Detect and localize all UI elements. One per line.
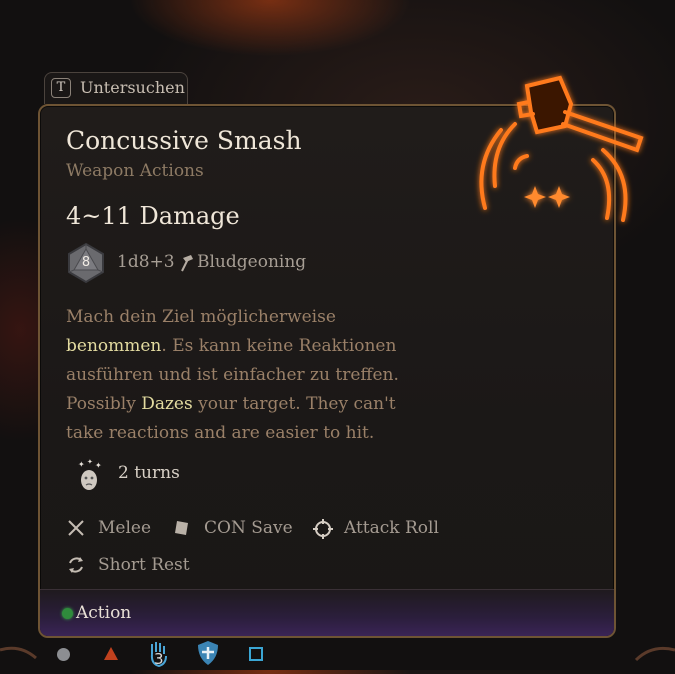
keyword-dazes[interactable]: Dazes <box>141 394 193 414</box>
action-title: Concussive Smash <box>66 126 302 155</box>
svg-text:✦: ✦ <box>78 460 85 469</box>
hand-icon[interactable]: 3 <box>148 640 170 668</box>
tag-attack-roll: Attack Roll <box>312 516 452 540</box>
svg-text:✦: ✦ <box>95 461 102 470</box>
tag-short-rest-label: Short Rest <box>98 555 190 575</box>
bonus-action-triangle-icon[interactable] <box>104 647 118 660</box>
concussive-smash-icon <box>455 68 655 258</box>
resource-circle-icon[interactable] <box>57 648 70 661</box>
desc-de-part1: Mach dein Ziel möglicherweise <box>66 307 336 327</box>
action-description: Mach dein Ziel möglicherweise benommen. … <box>66 303 426 448</box>
hammer-icon <box>177 253 195 273</box>
damage-range: 4~11 Damage <box>66 202 240 230</box>
dazed-icon: ✦ ✦ ✦ <box>72 458 106 492</box>
square-resource-icon[interactable] <box>249 647 263 661</box>
action-resource-icon <box>62 608 73 619</box>
tag-save: CON Save <box>172 516 302 540</box>
keyword-benommen[interactable]: benommen <box>66 336 161 356</box>
save-shield-icon <box>172 518 192 538</box>
inspect-label: Untersuchen <box>80 78 185 97</box>
die-value: 8 <box>81 255 91 270</box>
damage-type: Bludgeoning <box>197 252 307 272</box>
hotbar: 3 <box>0 638 675 670</box>
tag-melee: Melee <box>66 516 166 540</box>
dice-d8-icon: 8 <box>66 242 106 284</box>
inspect-hint[interactable]: T Untersuchen <box>44 72 188 104</box>
action-cost-bar: Action <box>40 589 614 636</box>
tag-save-label: CON Save <box>204 518 293 538</box>
crosshair-icon <box>312 518 333 539</box>
inspect-key: T <box>51 78 71 98</box>
svg-text:✦: ✦ <box>87 458 93 466</box>
tag-attack-label: Attack Roll <box>344 518 439 538</box>
desc-en-part1: Possibly <box>66 394 142 414</box>
short-rest-icon <box>66 555 86 575</box>
effect-duration: 2 turns <box>118 463 180 483</box>
hand-count: 3 <box>154 650 164 668</box>
crossed-swords-icon <box>66 518 86 538</box>
tag-short-rest: Short Rest <box>66 553 206 577</box>
damage-formula: 1d8+3 <box>117 252 175 272</box>
action-cost-label: Action <box>76 603 132 623</box>
shield-plus-icon[interactable] <box>197 640 219 666</box>
action-category: Weapon Actions <box>66 161 204 181</box>
tag-melee-label: Melee <box>98 518 152 538</box>
